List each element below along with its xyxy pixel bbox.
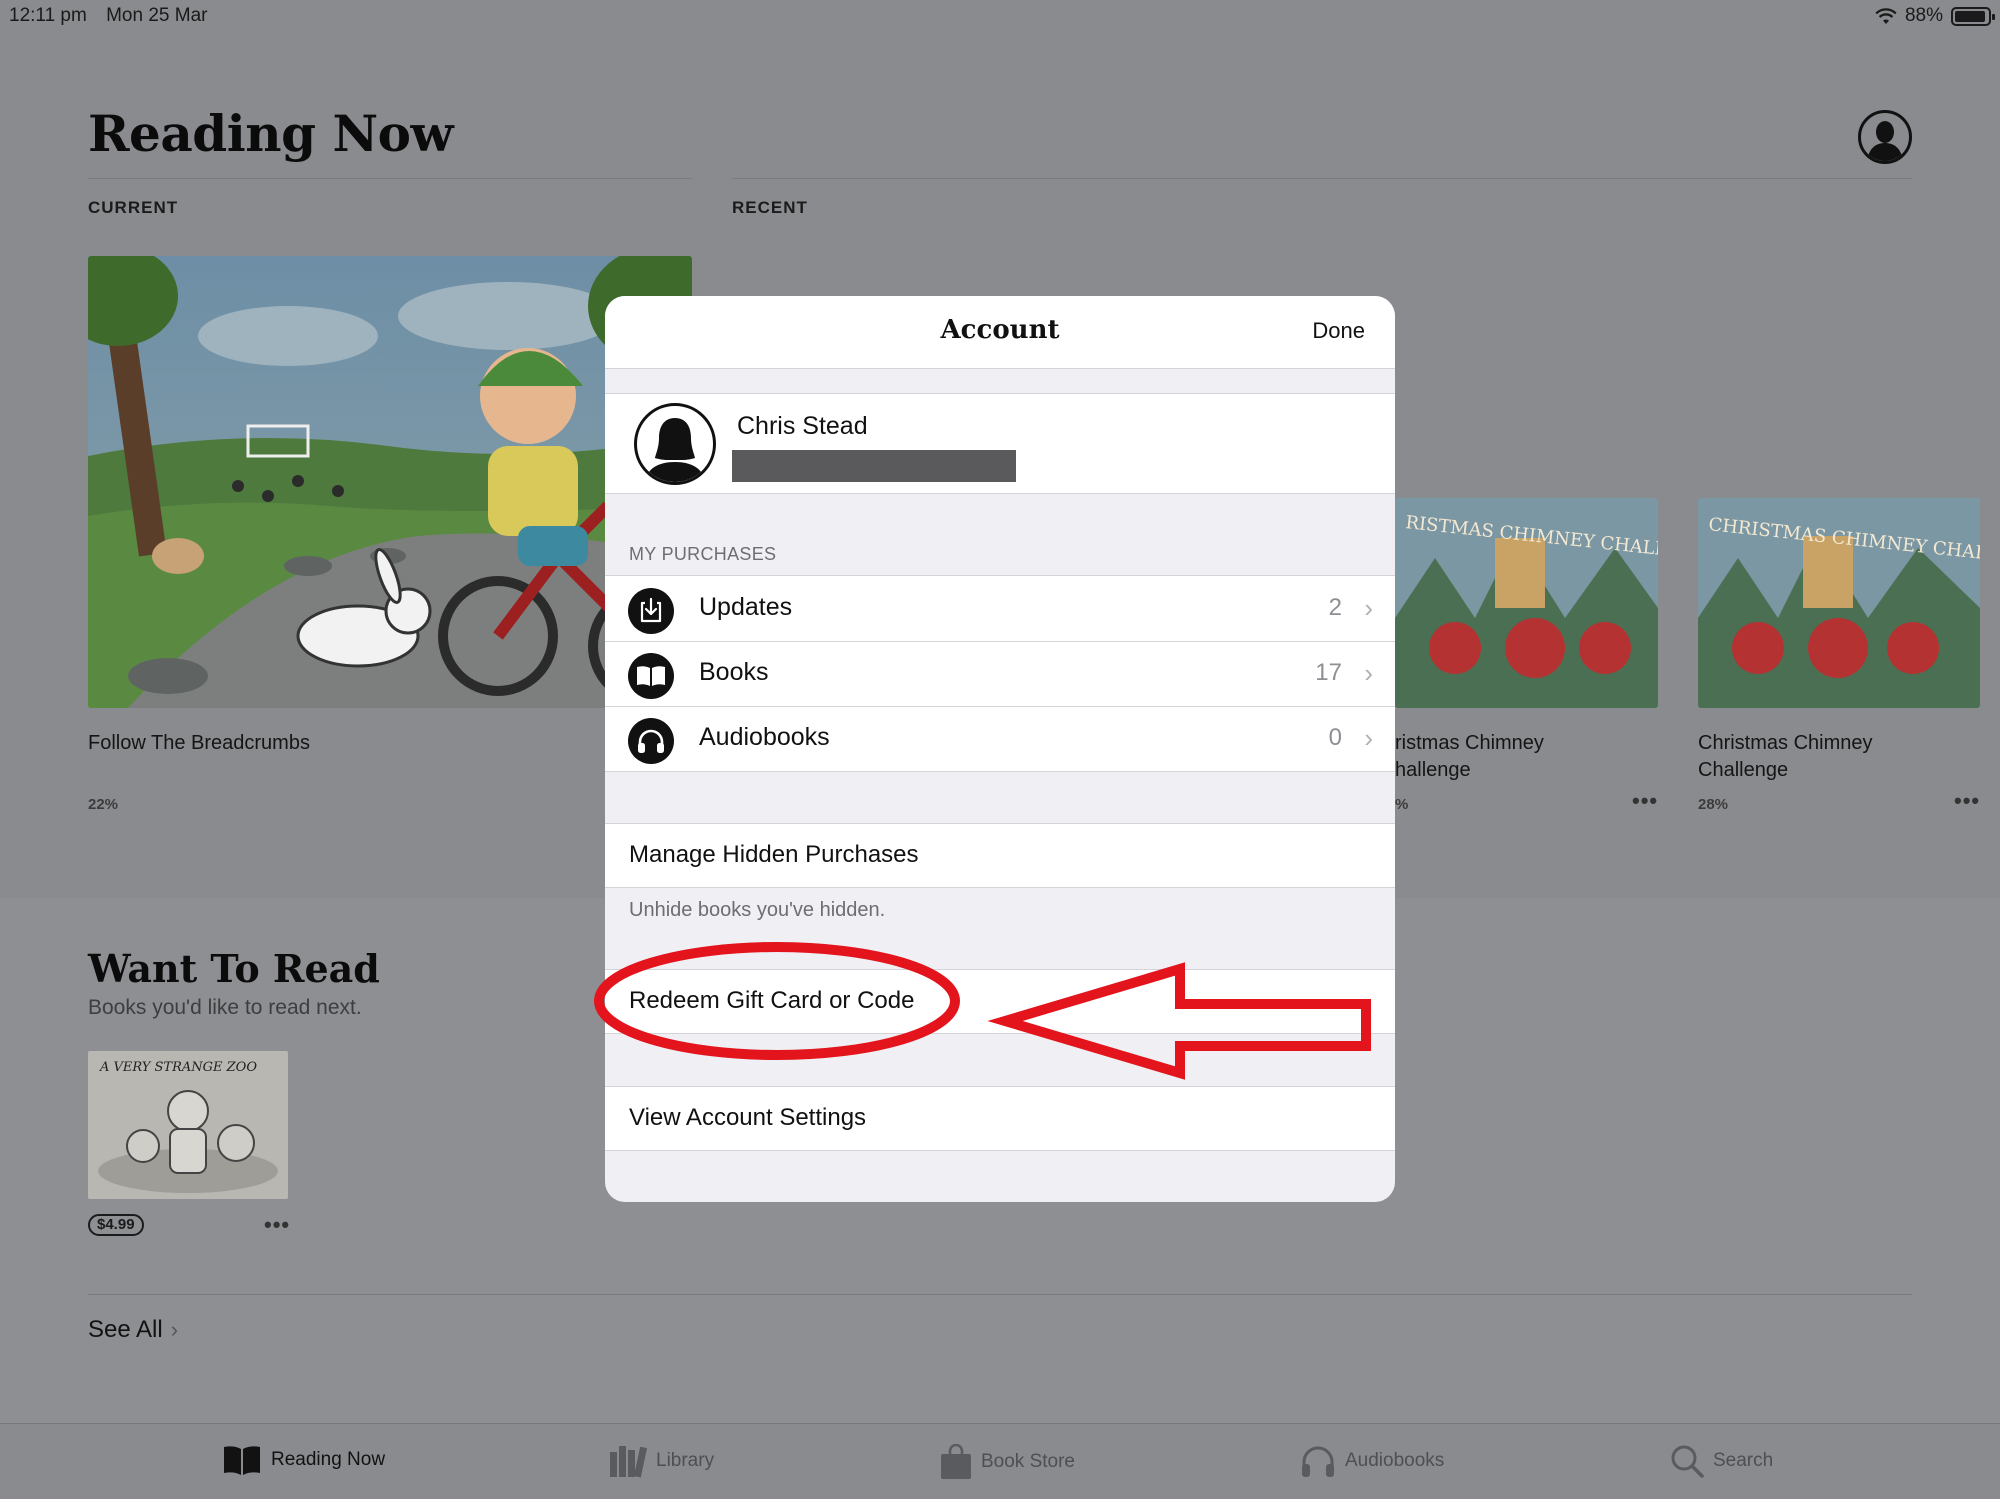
redeem-gift-card-button[interactable]: Redeem Gift Card or Code [605,969,1395,1034]
cover-illustration: A VERY STRANGE ZOO [88,1051,288,1199]
section-header-my-purchases: MY PURCHASES [629,544,777,564]
tab-search[interactable]: Search [1670,1444,1773,1478]
user-name: Chris Stead [737,412,868,440]
book-cover-follow-the-breadcrumbs[interactable] [88,256,692,708]
want-to-read-title: Want To Read [88,946,380,991]
search-icon [1671,1445,1704,1478]
tab-label: Reading Now [271,1449,386,1470]
status-date: Mon 25 Mar [106,5,208,26]
tab-reading-now[interactable]: Reading Now [222,1444,385,1476]
tab-library[interactable]: Library [609,1444,714,1478]
account-profile-row: Chris Stead [605,393,1395,494]
more-options-button[interactable]: ••• [1632,788,1658,814]
book-cover-christmas-chimney-challenge[interactable]: RISTMAS CHIMNEY CHALLENGE [1395,498,1658,708]
want-to-read-subtitle: Books you'd like to read next. [88,996,362,1019]
purchase-count: 0 [1328,724,1342,751]
purchase-label: Updates [699,593,793,621]
modal-header: Account Done [605,296,1395,369]
more-options-button[interactable]: ••• [264,1212,290,1238]
modal-title: Account [940,315,1060,345]
person-icon [1867,121,1903,161]
chevron-right-icon: › [1364,593,1373,623]
book-progress-current: 22% [88,796,119,813]
book-title-recent-1: ristmas Chimney hallenge [1395,732,1544,781]
action-label: Manage Hidden Purchases [629,841,919,868]
purchase-count: 17 [1315,659,1342,686]
tab-audiobooks[interactable]: Audiobooks [1300,1444,1444,1478]
purchases-list: Updates 2 › Books 17 › Audiobooks 0 › [605,575,1395,772]
cover-illustration: CHRISTMAS CHIMNEY CHALLENGE [1698,498,1980,708]
divider [732,178,1912,179]
shopping-bag-icon [941,1444,971,1479]
book-title-recent-2: Christmas Chimney Challenge [1698,732,1873,781]
tab-bar: Reading Now Library Book Store Audiobook… [0,1423,2000,1499]
done-button[interactable]: Done [1312,318,1365,344]
purchase-row-books[interactable]: Books 17 › [605,641,1395,706]
section-label-recent: RECENT [732,198,808,217]
see-all-link[interactable]: See All › [88,1316,178,1344]
more-options-button[interactable]: ••• [1954,788,1980,814]
chevron-right-icon: › [1364,658,1373,688]
divider [88,1294,1912,1295]
page-title: Reading Now [88,104,454,163]
avatar [634,403,716,485]
account-modal: Account Done Chris Stead MY PURCHASES Up… [605,296,1395,1202]
wifi-icon [1875,7,1897,24]
tab-label: Book Store [981,1451,1075,1472]
tab-label: Audiobooks [1345,1450,1445,1471]
view-account-settings-button[interactable]: View Account Settings [605,1086,1395,1151]
redacted-email [732,450,1016,482]
chevron-right-icon: › [1364,723,1373,753]
person-icon [645,418,705,482]
status-time: 12:11 pm [9,5,87,26]
status-bar: 12:11 pm Mon 25 Mar 88% [0,0,2000,32]
book-progress-recent-1: % [1395,796,1409,813]
download-icon [628,588,674,634]
purchase-label: Books [699,658,769,686]
book-cover-a-very-strange-zoo[interactable]: A VERY STRANGE ZOO [88,1051,288,1199]
tab-label: Search [1713,1450,1774,1471]
manage-hidden-purchases-button[interactable]: Manage Hidden Purchases [605,823,1395,888]
headphones-icon [1302,1446,1334,1477]
price-badge[interactable]: $4.99 [88,1214,144,1236]
headphones-icon [628,718,674,764]
chevron-right-icon: › [170,1317,179,1342]
purchase-count: 2 [1328,594,1342,621]
manage-hidden-note: Unhide books you've hidden. [629,899,886,921]
section-label-current: CURRENT [88,198,179,217]
purchase-label: Audiobooks [699,723,830,751]
action-label: View Account Settings [629,1104,867,1131]
see-all-label: See All [88,1316,163,1343]
book-open-icon [224,1446,260,1475]
purchase-row-audiobooks[interactable]: Audiobooks 0 › [605,706,1395,771]
cover-title: A VERY STRANGE ZOO [99,1060,257,1075]
book-icon [628,653,674,699]
book-cover-christmas-chimney-challenge[interactable]: CHRISTMAS CHIMNEY CHALLENGE [1698,498,1980,708]
account-button[interactable] [1858,110,1912,164]
book-title-current: Follow The Breadcrumbs [88,732,310,754]
cover-illustration [88,256,692,708]
purchase-row-updates[interactable]: Updates 2 › [605,576,1395,641]
battery-percent: 88% [1904,5,1943,26]
library-icon [610,1446,647,1478]
battery-icon [1951,6,1995,26]
tab-label: Library [656,1450,715,1471]
book-progress-recent-2: 28% [1698,796,1729,813]
tab-book-store[interactable]: Book Store [940,1444,1075,1480]
cover-illustration: RISTMAS CHIMNEY CHALLENGE [1395,498,1658,708]
divider [88,178,692,179]
action-label: Redeem Gift Card or Code [629,987,915,1014]
